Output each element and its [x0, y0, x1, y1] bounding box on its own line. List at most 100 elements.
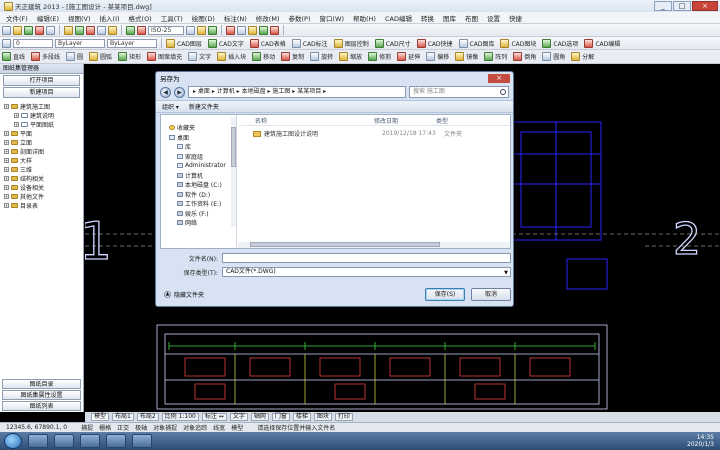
hscroll-thumb[interactable] [250, 242, 440, 247]
col-type[interactable]: 类型 [436, 116, 476, 125]
nav-item[interactable]: 软件 (D:) [161, 190, 236, 200]
draw-tool-label[interactable]: 圆角 [553, 52, 565, 61]
linetype-combo[interactable]: ByLayer [107, 38, 157, 48]
expand-toggle-icon[interactable]: + [4, 176, 9, 181]
toolbar-6-icon[interactable] [64, 25, 73, 35]
draw-tool-label[interactable]: 修剪 [379, 52, 391, 61]
filetype-select[interactable]: CAD文件(*.DWG) ▼ [222, 267, 511, 277]
tree-item[interactable]: + 建筑说明 [4, 111, 83, 120]
menu-item[interactable]: 工具(T) [161, 13, 183, 23]
draw-tool-label[interactable]: 分解 [582, 52, 594, 61]
tree-item[interactable]: + 目录表 [4, 201, 83, 210]
layout-tab[interactable]: 轴网 [250, 413, 269, 421]
status-toggle[interactable]: 对象捕捉 [153, 423, 177, 432]
draw-tool-icon[interactable] [484, 52, 494, 61]
expand-toggle-icon[interactable]: + [4, 185, 9, 190]
cad-tool-icon[interactable] [584, 38, 594, 48]
toolbar-19-icon[interactable] [259, 25, 268, 35]
draw-tool-label[interactable]: 圆弧 [100, 52, 112, 61]
nav-item[interactable]: 计算机 [161, 171, 236, 181]
nav-item[interactable]: 网络 [161, 218, 236, 228]
tree-item[interactable]: + 大样 [4, 156, 83, 165]
layout-tab[interactable]: 图块 [313, 413, 332, 421]
tree-item[interactable]: + 结构相关 [4, 174, 83, 183]
cad-tool-label[interactable]: CAD图层 [177, 39, 202, 48]
file-row[interactable]: 建筑施工图设计说明 2019/12/18 17:43 文件夹 [239, 128, 510, 139]
layout-tab[interactable]: 门窗 [271, 413, 290, 421]
nav-item[interactable]: 本地磁盘 (C:) [161, 180, 236, 190]
cad-tool-label[interactable]: CAD表格 [261, 39, 286, 48]
taskbar-cad-icon[interactable] [106, 434, 126, 448]
expand-toggle-icon[interactable]: + [4, 194, 9, 199]
expand-toggle-icon[interactable]: + [4, 104, 9, 109]
cad-tool-label[interactable]: CAD尺寸 [386, 39, 411, 48]
draw-tool-icon[interactable] [252, 52, 262, 61]
cad-tool-label[interactable]: CAD文字 [219, 39, 244, 48]
maximize-button[interactable]: □ [673, 1, 691, 11]
draw-tool-label[interactable]: 多段线 [42, 52, 60, 61]
draw-tool-label[interactable]: 文字 [199, 52, 211, 61]
draw-tool-label[interactable]: 插入块 [228, 52, 246, 61]
cad-tool-icon[interactable] [458, 38, 468, 48]
cad-tool-icon[interactable] [207, 38, 217, 48]
draw-tool-icon[interactable] [2, 52, 11, 61]
draw-tool-icon[interactable] [147, 52, 157, 61]
toolbar-12-icon[interactable] [137, 25, 146, 35]
draw-tool-icon[interactable] [89, 52, 99, 61]
draw-tool-label[interactable]: 图案填充 [158, 52, 182, 61]
toolbar-8-icon[interactable] [86, 25, 95, 35]
toolbar-4-icon[interactable] [35, 25, 44, 35]
cad-tool-label[interactable]: CAD编辑 [595, 39, 620, 48]
cad-tool-label[interactable]: CAD选项 [553, 39, 578, 48]
menu-item[interactable]: 编辑(E) [37, 13, 59, 23]
tree-item[interactable]: + 其他文件 [4, 192, 83, 201]
nav-item[interactable]: 娱乐 (F:) [161, 209, 236, 219]
cad-tool-icon[interactable] [374, 38, 384, 48]
cad-tool-icon[interactable] [416, 38, 426, 48]
menu-item[interactable]: 标注(N) [224, 13, 247, 23]
new-project-button[interactable]: 新建项目 [3, 87, 80, 98]
toolbar-16-icon[interactable] [226, 25, 235, 35]
taskbar-media-icon[interactable] [80, 434, 100, 448]
dialog-close-button[interactable]: × [488, 73, 510, 83]
toolbar-2-icon[interactable] [13, 25, 22, 35]
draw-tool-icon[interactable] [542, 52, 552, 61]
layout-tab[interactable]: 打印 [334, 413, 353, 421]
nav-item[interactable]: 家庭组 [161, 152, 236, 162]
expand-toggle-icon[interactable]: + [4, 167, 9, 172]
menu-item[interactable]: 视图(V) [68, 13, 91, 23]
menu-item[interactable]: 设置 [487, 13, 500, 23]
status-toggle[interactable]: 正交 [117, 423, 129, 432]
cad-tool-icon[interactable] [500, 38, 510, 48]
draw-tool-label[interactable]: 阵列 [495, 52, 507, 61]
forward-arrow-icon[interactable]: ▶ [174, 86, 185, 98]
nav-item[interactable]: 桌面 [161, 133, 236, 143]
menu-item[interactable]: 插入(I) [100, 13, 120, 23]
toolbar-11-icon[interactable] [126, 25, 135, 35]
menu-item[interactable]: 转换 [421, 13, 434, 23]
layout-tab[interactable]: 文字 [229, 413, 248, 421]
expand-toggle-icon[interactable]: + [4, 203, 9, 208]
system-clock[interactable]: 14:35 2020/1/3 [687, 434, 714, 448]
tree-item[interactable]: + 设备相关 [4, 183, 83, 192]
nav-item[interactable]: 库 [161, 142, 236, 152]
menu-item[interactable]: 格式(O) [129, 13, 152, 23]
taskbar-explorer-icon[interactable] [28, 434, 48, 448]
cad-tool-label[interactable]: 图层控制 [345, 39, 369, 48]
cad-tool-icon[interactable] [166, 38, 175, 48]
toolbar-7-icon[interactable] [75, 25, 84, 35]
draw-tool-label[interactable]: 移动 [263, 52, 275, 61]
draw-tool-label[interactable]: 旋转 [321, 52, 333, 61]
tree-item[interactable]: + 平面 [4, 129, 83, 138]
toolbar-3-icon[interactable] [24, 25, 33, 35]
menu-item[interactable]: 修改(M) [256, 13, 280, 23]
layer-manager-icon[interactable] [2, 38, 11, 48]
file-hscrollbar[interactable] [238, 242, 510, 248]
draw-tool-label[interactable]: 偏移 [437, 52, 449, 61]
cad-tool-label[interactable]: CAD标注 [303, 39, 328, 48]
draw-tool-label[interactable]: 镜像 [466, 52, 478, 61]
draw-tool-icon[interactable] [397, 52, 407, 61]
cad-tool-label[interactable]: CAD图库 [470, 39, 495, 48]
panel-bottom-button[interactable]: 图纸集属性设置 [2, 390, 81, 400]
status-toggle[interactable]: 模型 [231, 423, 243, 432]
